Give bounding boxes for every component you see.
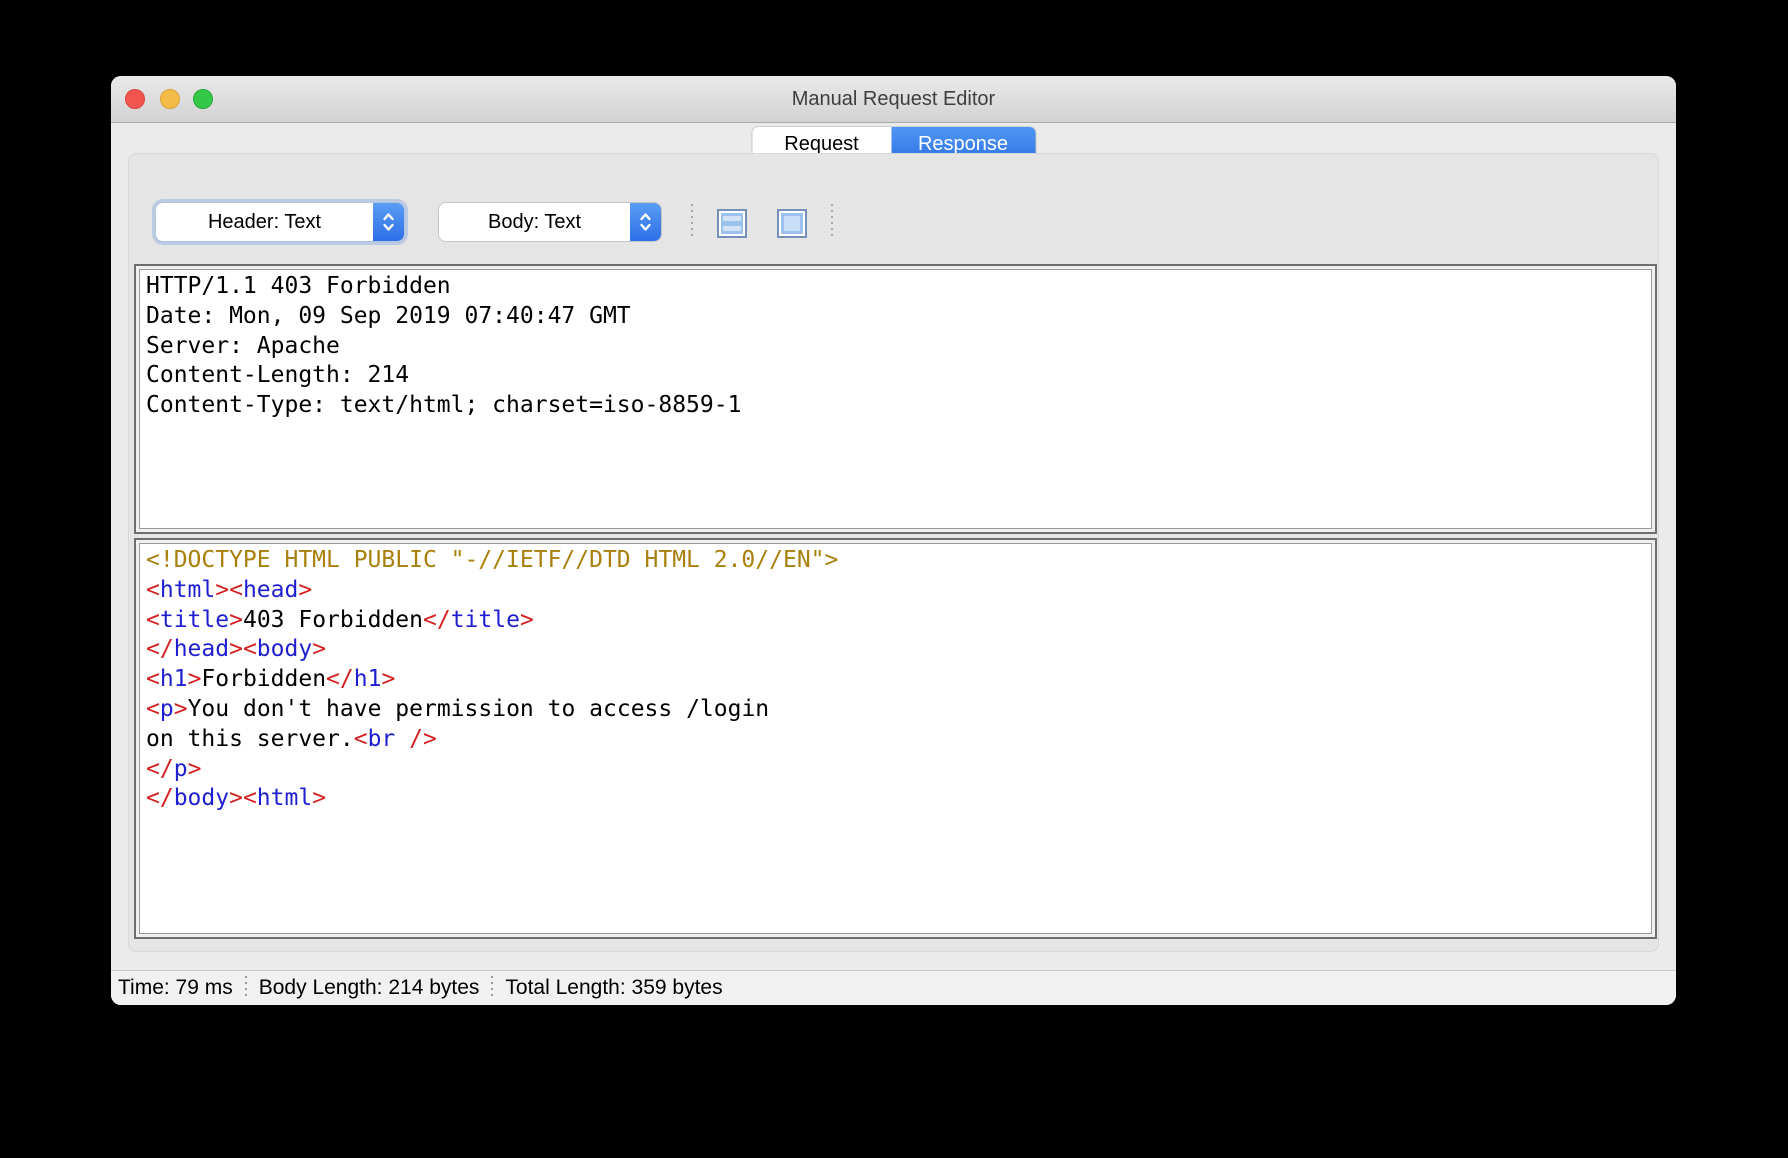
chevron-up-down-icon bbox=[630, 203, 661, 241]
body-editor-content[interactable]: <!DOCTYPE HTML PUBLIC "-//IETF//DTD HTML… bbox=[139, 543, 1652, 934]
status-separator bbox=[245, 976, 247, 1000]
manual-request-editor-window: Manual Request Editor Request Response H… bbox=[111, 76, 1676, 1005]
chevron-up-down-icon bbox=[373, 203, 404, 241]
window-title: Manual Request Editor bbox=[111, 76, 1676, 122]
status-item: Total Length: 359 bytes bbox=[505, 976, 722, 1000]
body-line: </body><html> bbox=[146, 784, 1645, 814]
body-line: <p>You don't have permission to access /… bbox=[146, 695, 1645, 725]
header-editor-content[interactable]: HTTP/1.1 403 ForbiddenDate: Mon, 09 Sep … bbox=[139, 269, 1652, 529]
header-line: Server: Apache bbox=[146, 332, 1645, 362]
body-line: </head><body> bbox=[146, 635, 1645, 665]
toolbar-separator bbox=[691, 204, 693, 240]
toolbar-separator bbox=[831, 204, 833, 240]
body-line: <title>403 Forbidden</title> bbox=[146, 606, 1645, 636]
body-line: <h1>Forbidden</h1> bbox=[146, 665, 1645, 695]
header-view-icon bbox=[719, 211, 745, 236]
screen: Manual Request Editor Request Response H… bbox=[0, 0, 1788, 1158]
header-line: HTTP/1.1 403 Forbidden bbox=[146, 272, 1645, 302]
header-format-select-value: Header: Text bbox=[156, 211, 373, 234]
response-header-editor: HTTP/1.1 403 ForbiddenDate: Mon, 09 Sep … bbox=[134, 264, 1657, 534]
status-item: Body Length: 214 bytes bbox=[259, 976, 480, 1000]
title-bar[interactable]: Manual Request Editor bbox=[111, 76, 1676, 123]
header-view-toggle-button[interactable] bbox=[717, 209, 747, 238]
header-format-select[interactable]: Header: Text bbox=[156, 203, 404, 241]
body-line: </p> bbox=[146, 755, 1645, 785]
response-body-editor: <!DOCTYPE HTML PUBLIC "-//IETF//DTD HTML… bbox=[134, 538, 1657, 939]
body-line: <!DOCTYPE HTML PUBLIC "-//IETF//DTD HTML… bbox=[146, 546, 1645, 576]
body-format-select-value: Body: Text bbox=[439, 211, 630, 234]
body-format-select[interactable]: Body: Text bbox=[439, 203, 661, 241]
body-view-icon bbox=[779, 211, 805, 236]
body-view-toggle-button[interactable] bbox=[777, 209, 807, 238]
response-panel: Header: Text Body: Text bbox=[128, 153, 1659, 952]
header-line: Date: Mon, 09 Sep 2019 07:40:47 GMT bbox=[146, 302, 1645, 332]
header-line: Content-Length: 214 bbox=[146, 361, 1645, 391]
header-line: Content-Type: text/html; charset=iso-885… bbox=[146, 391, 1645, 421]
status-separator bbox=[491, 976, 493, 1000]
body-line: on this server.<br /> bbox=[146, 725, 1645, 755]
body-line: <html><head> bbox=[146, 576, 1645, 606]
status-item: Time: 79 ms bbox=[118, 976, 233, 1000]
status-bar: Time: 79 ms Body Length: 214 bytes Total L… bbox=[111, 970, 1676, 1005]
